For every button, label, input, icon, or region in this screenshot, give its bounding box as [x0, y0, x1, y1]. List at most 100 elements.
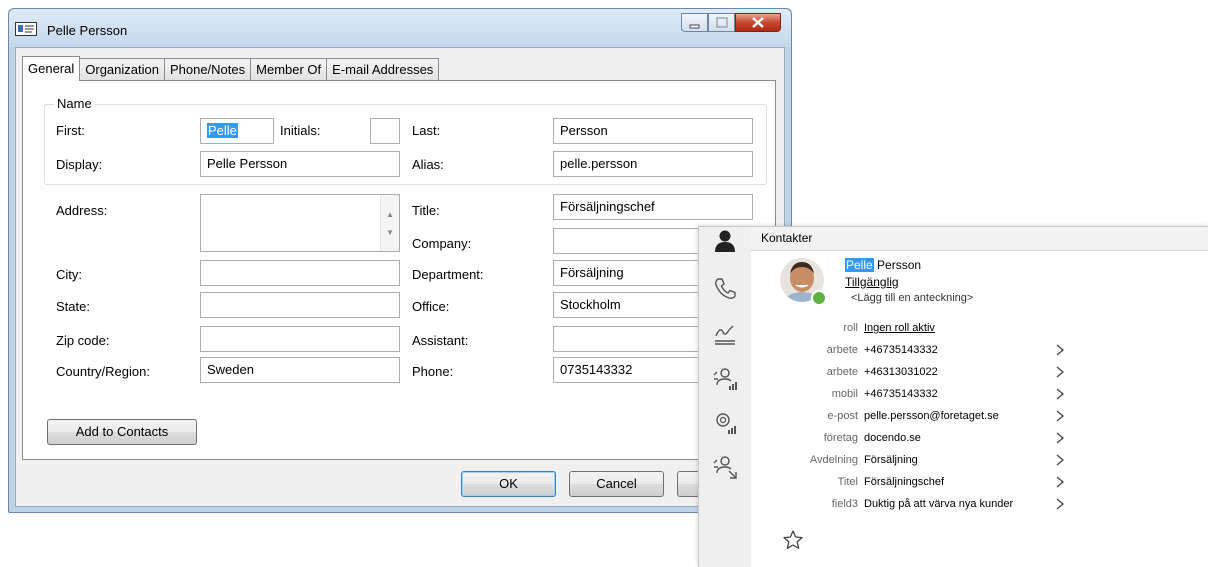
tab-strip: General Organization Phone/Notes Member … [22, 56, 440, 81]
company-label: Company: [412, 236, 472, 251]
window-title: Pelle Persson [47, 23, 128, 38]
card-header-title: Kontakter [761, 231, 813, 245]
initials-field[interactable] [370, 118, 400, 144]
city-label: City: [56, 267, 82, 282]
tab-member-of[interactable]: Member Of [251, 58, 328, 80]
field-key: roll [843, 322, 858, 334]
tab-phone-notes[interactable]: Phone/Notes [164, 58, 252, 80]
field-row-company[interactable]: företag docendo.se [780, 428, 1070, 450]
first-name-value: Pelle [207, 123, 238, 138]
field-key: Titel [837, 476, 858, 488]
field-value[interactable]: Ingen roll aktiv [864, 322, 935, 334]
initials-label: Initials: [280, 123, 321, 138]
presence-indicator [811, 290, 827, 306]
field-key: arbete [826, 344, 858, 356]
title-label: Title: [412, 203, 440, 218]
maximize-button[interactable] [708, 13, 735, 32]
close-icon [752, 17, 764, 28]
card-icon-rail [699, 227, 751, 567]
chevron-right-icon[interactable] [1054, 431, 1066, 445]
field-row-title[interactable]: Titel Försäljningschef [780, 472, 1070, 494]
field-value: +46313031022 [864, 366, 938, 378]
department-label: Department: [412, 267, 484, 282]
assistant-label: Assistant: [412, 333, 469, 348]
tab-organization[interactable]: Organization [80, 58, 165, 80]
field-row-roll[interactable]: roll Ingen roll aktiv [780, 318, 1070, 340]
address-label: Address: [56, 203, 108, 218]
name-group-label: Name [54, 96, 95, 111]
field-value: Duktig på att värva nya kunder [864, 498, 1014, 510]
field-row-field3[interactable]: field3 Duktig på att värva nya kunder [780, 494, 1070, 516]
ok-button[interactable]: OK [461, 471, 556, 497]
display-name-field[interactable]: Pelle Persson [200, 151, 400, 177]
country-label: Country/Region: [56, 364, 150, 379]
title-field[interactable]: Försäljningschef [553, 194, 753, 220]
contact-last-name: Persson [877, 258, 922, 272]
minimize-icon [689, 24, 700, 29]
chevron-right-icon[interactable] [1054, 475, 1066, 489]
person-icon[interactable] [711, 227, 739, 255]
audio-call-icon[interactable] [711, 409, 739, 437]
field-row-work-phone[interactable]: arbete +46735143332 [780, 340, 1070, 362]
add-to-contacts-button[interactable]: Add to Contacts [47, 419, 197, 445]
state-field[interactable] [200, 292, 400, 318]
chevron-right-icon[interactable] [1054, 453, 1066, 467]
field-key: företag [823, 432, 858, 444]
first-name-field[interactable]: Pelle [200, 118, 274, 144]
field-key: Avdelning [809, 454, 858, 466]
field-row-mobile[interactable]: mobil +46735143332 [780, 384, 1070, 406]
chevron-right-icon[interactable] [1054, 497, 1066, 511]
transfer-icon[interactable] [711, 453, 739, 481]
field-row-email[interactable]: e-post pelle.persson@foretaget.se [780, 406, 1070, 428]
field-value: Försäljning [864, 454, 918, 466]
contact-name: Pelle Persson [845, 258, 921, 272]
contact-first-name: Pelle [845, 258, 874, 272]
field-row-work-phone-2[interactable]: arbete +46313031022 [780, 362, 1070, 384]
card-header: Kontakter [751, 227, 1208, 251]
field-value: Försäljningschef [864, 476, 945, 488]
chevron-right-icon[interactable] [1054, 365, 1066, 379]
last-name-field[interactable]: Persson [553, 118, 753, 144]
field-value: +46735143332 [864, 388, 938, 400]
field-row-department[interactable]: Avdelning Försäljning [780, 450, 1070, 472]
contact-card-icon [15, 22, 37, 36]
address-textarea[interactable]: ▲ ▼ [200, 194, 400, 252]
minimize-button[interactable] [681, 13, 708, 32]
field-value: +46735143332 [864, 344, 938, 356]
star-favorite-icon[interactable] [782, 529, 804, 551]
zip-field[interactable] [200, 326, 400, 352]
signature-icon[interactable] [711, 320, 739, 348]
presence-status-link[interactable]: Tillgänglig [845, 275, 899, 289]
last-label: Last: [412, 123, 441, 138]
add-note-field[interactable]: <Lägg till en anteckning> [851, 292, 973, 304]
phone-icon[interactable] [711, 275, 739, 303]
field-key: e-post [827, 410, 858, 422]
field-key: field3 [831, 498, 858, 510]
tab-general[interactable]: General [22, 56, 81, 81]
scroll-down-icon[interactable]: ▼ [386, 221, 394, 245]
group-call-icon[interactable] [711, 365, 739, 393]
maximize-icon [716, 17, 728, 28]
cancel-button[interactable]: Cancel [569, 471, 664, 497]
title-bar[interactable]: Pelle Persson [9, 9, 791, 47]
field-value: docendo.se [864, 432, 921, 444]
phone-label: Phone: [412, 364, 454, 379]
chevron-right-icon[interactable] [1054, 387, 1066, 401]
tab-email-addresses[interactable]: E-mail Addresses [327, 58, 440, 80]
zip-label: Zip code: [56, 333, 110, 348]
first-label: First: [56, 123, 85, 138]
window-controls [681, 13, 781, 33]
alias-label: Alias: [412, 157, 444, 172]
display-label: Display: [56, 157, 103, 172]
office-label: Office: [412, 299, 450, 314]
close-button[interactable] [735, 13, 781, 32]
state-label: State: [56, 299, 90, 314]
alias-field[interactable]: pelle.persson [553, 151, 753, 177]
chevron-right-icon[interactable] [1054, 343, 1066, 357]
address-scrollbar[interactable]: ▲ ▼ [380, 195, 399, 251]
field-key: mobil [831, 388, 858, 400]
country-field[interactable]: Sweden [200, 357, 400, 383]
city-field[interactable] [200, 260, 400, 286]
field-value: pelle.persson@foretaget.se [864, 410, 999, 422]
chevron-right-icon[interactable] [1054, 409, 1066, 423]
